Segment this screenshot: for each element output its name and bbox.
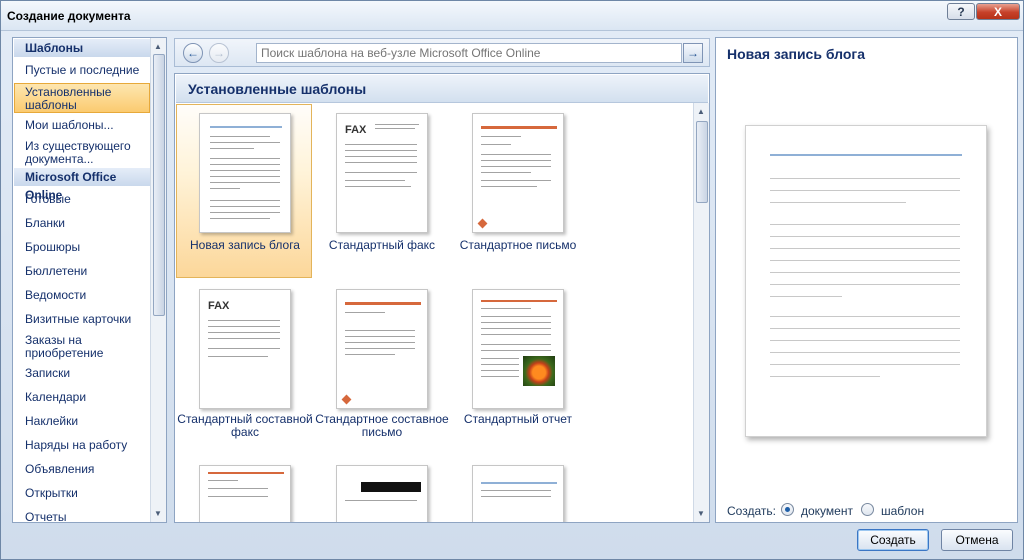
fax-heading: FAX [208,300,230,312]
create-button[interactable]: Создать [857,529,929,551]
nav-item-online[interactable]: Отчеты [25,511,66,524]
template-tile-standard-fax[interactable]: FAX Стандартный факс [313,104,449,274]
template-category-nav: Шаблоны Пустые и последние Установленные… [12,37,167,524]
template-tile-partial[interactable] [313,456,449,522]
template-thumbnail [336,465,428,522]
nav-item-online[interactable]: Заказы на приобретение [25,334,125,360]
template-thumbnail [472,465,564,522]
nav-item-online[interactable]: Записки [25,367,70,380]
template-tile-blog-post[interactable]: Новая запись блога [176,104,312,278]
nav-header-office-online: Microsoft Office Online [14,168,151,202]
create-as-group: Создать: [727,504,776,518]
template-preview-pane: Новая запись блога Создать: документ шаб… [715,37,1018,523]
nav-header-templates: Шаблоны [14,39,151,57]
scroll-up-arrow-icon[interactable]: ▲ [154,42,162,51]
nav-item-online[interactable]: Открытки [25,487,78,500]
template-thumbnail [472,289,564,409]
template-tile-standard-letter[interactable]: Стандартное письмо [449,104,585,274]
nav-item-online[interactable]: Ведомости [25,289,86,302]
fax-heading: FAX [345,124,367,136]
orange-mark-icon [341,394,352,405]
forward-arrow-icon[interactable]: → [209,43,229,63]
nav-item-online[interactable]: Объявления [25,463,94,476]
template-thumbnail [199,113,291,233]
nav-item-online[interactable]: Календари [25,391,86,404]
report-photo [523,356,555,386]
template-thumbnail: FAX [199,289,291,409]
nav-item-my-templates[interactable]: Мои шаблоны... [25,119,114,132]
create-as-label: Создать: [727,504,776,518]
template-search-input[interactable] [256,43,682,63]
cancel-button[interactable]: Отмена [941,529,1013,551]
radio-document[interactable] [781,503,794,516]
template-thumbnail [336,289,428,409]
template-thumbnail [199,465,291,522]
template-gallery: Установленные шаблоны Новая запись блога [174,73,710,523]
scroll-thumb[interactable] [696,121,708,203]
template-thumbnail [472,113,564,233]
template-tile-composite-fax[interactable]: FAX Стандартный составной факс [176,280,313,450]
radio-document-label[interactable]: документ [801,504,853,518]
title-bar: Создание документа ? X [1,1,1023,31]
scroll-thumb[interactable] [153,54,165,316]
scroll-down-arrow-icon[interactable]: ▼ [697,509,705,518]
close-button[interactable]: X [976,3,1020,20]
scroll-down-arrow-icon[interactable]: ▼ [154,509,162,518]
back-arrow-icon[interactable]: ← [183,43,203,63]
template-tile-composite-letter[interactable]: Стандартное составное письмо [313,280,449,450]
radio-template-label[interactable]: шаблон [881,504,924,518]
scroll-up-arrow-icon[interactable]: ▲ [697,107,705,116]
template-label: Новая запись блога [190,238,300,252]
dialog-title: Создание документа [7,9,131,23]
nav-item-online[interactable]: Готовые [25,193,71,206]
fax-banner [361,482,421,492]
preview-document [745,125,987,437]
radio-template[interactable] [861,503,874,516]
template-tile-standard-report[interactable]: Стандартный отчет [449,280,585,450]
nav-item-installed-templates[interactable]: Установленные шаблоны [25,86,135,112]
search-toolbar: ← → → [174,38,710,67]
nav-item-blank-recent[interactable]: Пустые и последние [25,64,139,77]
template-label: Стандартное письмо [459,238,577,252]
nav-item-online[interactable]: Наклейки [25,415,78,428]
nav-item-online[interactable]: Визитные карточки [25,313,131,326]
new-document-dialog: Создание документа ? X Шаблоны Пустые и … [0,0,1024,560]
nav-item-online[interactable]: Брошюры [25,241,80,254]
nav-scrollbar[interactable]: ▲ ▼ [150,38,166,522]
template-thumbnail: FAX [336,113,428,233]
search-go-arrow-icon[interactable]: → [683,43,703,63]
nav-item-online[interactable]: Бюллетени [25,265,87,278]
nav-item-online[interactable]: Наряды на работу [25,439,127,452]
help-button[interactable]: ? [947,3,975,20]
template-label: Стандартный факс [328,238,436,252]
nav-item-online[interactable]: Бланки [25,217,65,230]
orange-mark-icon [477,218,488,229]
nav-item-from-existing[interactable]: Из существующего документа... [25,140,137,166]
gallery-scrollbar[interactable]: ▲ ▼ [693,103,709,522]
template-label: Стандартный составной факс [177,412,313,439]
template-tile-partial[interactable] [449,456,585,522]
preview-title: Новая запись блога [727,46,866,62]
template-label: Стандартный отчет [463,412,573,426]
gallery-title: Установленные шаблоны [176,75,708,103]
template-label: Стандартное составное письмо [315,412,449,439]
template-tile-partial[interactable] [176,456,312,522]
